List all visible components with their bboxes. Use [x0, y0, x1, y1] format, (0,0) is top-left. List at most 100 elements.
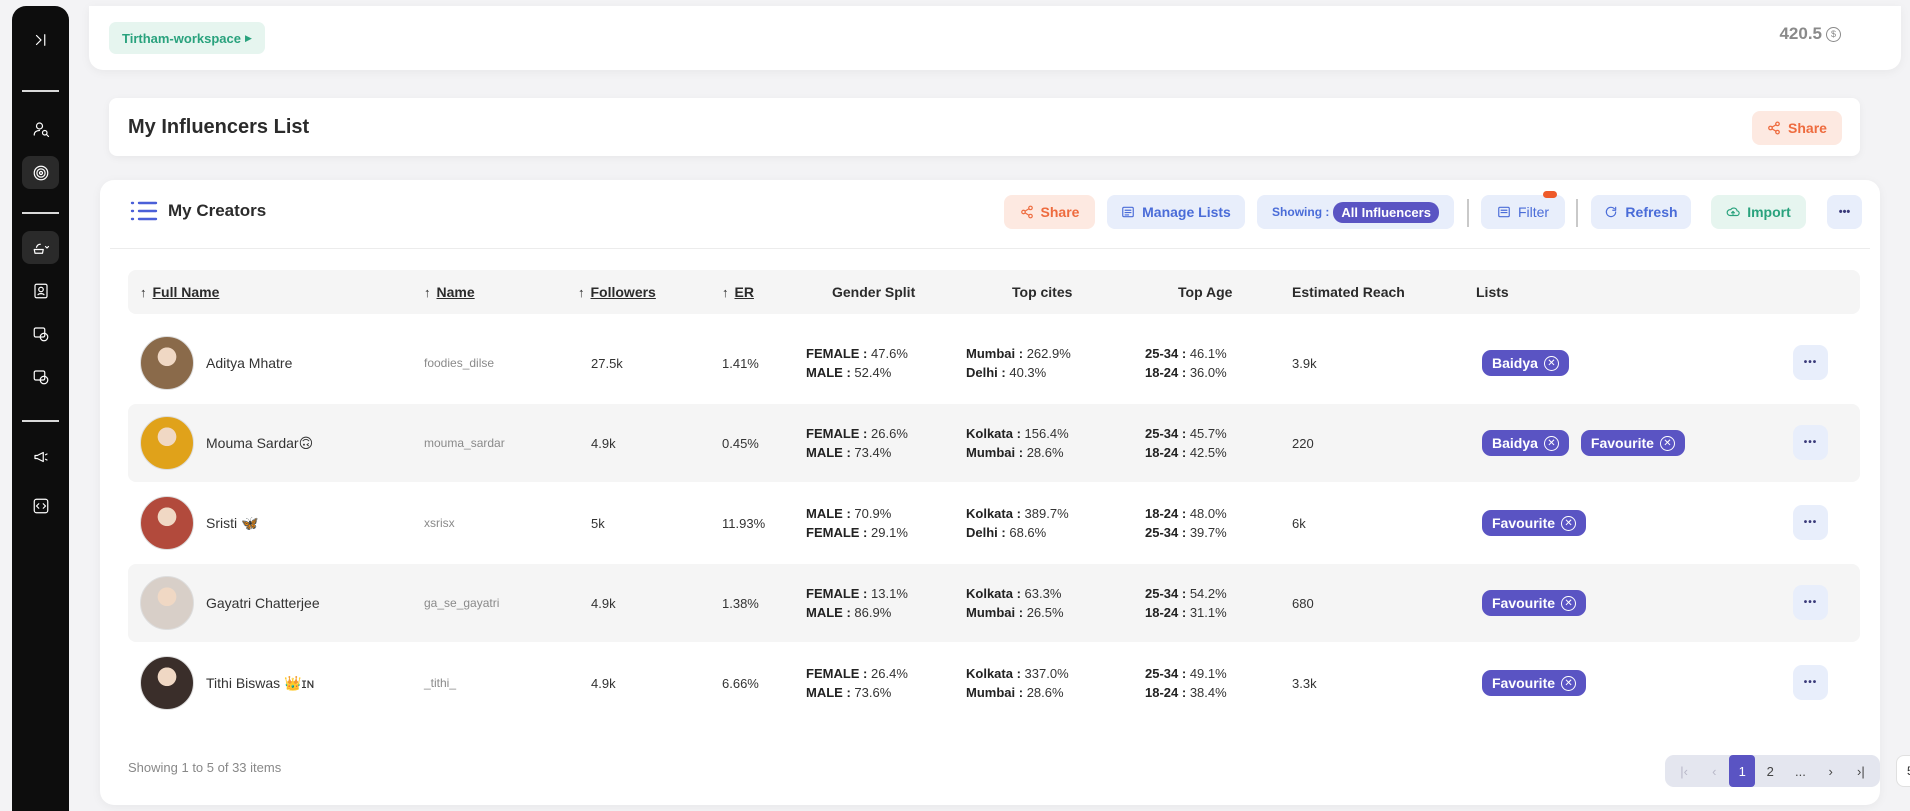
sidebar-divider [22, 420, 59, 422]
table-row[interactable]: Gayatri Chatterjee ga_se_gayatri 4.9k 1.… [128, 564, 1860, 642]
last-page-icon[interactable]: ›| [1846, 755, 1876, 787]
list-tag[interactable]: Baidya ✕ [1482, 350, 1569, 376]
header-share-button[interactable]: Share [1752, 111, 1842, 145]
city-value: 26.5% [1026, 605, 1064, 620]
workspace-selector[interactable]: Tirtham-workspace ▶ [109, 22, 265, 54]
creator-cell[interactable]: Sristi 🦋 [140, 484, 258, 562]
credits-value: 420.5 [1779, 24, 1822, 43]
remove-tag-icon[interactable]: ✕ [1561, 675, 1577, 691]
remove-tag-icon[interactable]: ✕ [1561, 515, 1577, 531]
page-1-button[interactable]: 1 [1729, 755, 1756, 787]
gender-key: FEMALE : [806, 346, 868, 361]
contact-card-icon[interactable] [22, 274, 59, 307]
lists-cell: Baidya ✕ Favourite ✕ [1482, 404, 1697, 482]
toolbar-separator [1576, 199, 1578, 227]
remove-tag-icon[interactable]: ✕ [1543, 435, 1559, 451]
showing-selector[interactable]: Showing : All Influencers [1257, 195, 1454, 229]
target-icon[interactable] [22, 156, 59, 189]
share-icon [1768, 121, 1780, 135]
followers: 4.9k [591, 435, 616, 451]
row-more-button[interactable]: ••• [1793, 585, 1828, 620]
estimated-reach: 680 [1292, 595, 1314, 611]
col-name[interactable]: ↑ Name [424, 270, 475, 314]
code-icon[interactable] [22, 489, 59, 522]
import-button[interactable]: Import [1711, 195, 1806, 229]
list-tag[interactable]: Favourite ✕ [1482, 670, 1587, 696]
table-row[interactable]: Sristi 🦋 xsrisx 5k 11.93% MALE : 70.9% F… [128, 484, 1860, 562]
header-share-label: Share [1788, 120, 1827, 136]
col-er[interactable]: ↑ ER [722, 270, 754, 314]
page-ellipsis[interactable]: ... [1785, 755, 1815, 787]
list-tag[interactable]: Baidya ✕ [1482, 430, 1569, 456]
next-page-icon[interactable]: › [1816, 755, 1846, 787]
manage-lists-button[interactable]: Manage Lists [1107, 195, 1245, 229]
remove-tag-icon[interactable]: ✕ [1561, 595, 1577, 611]
top-age: 25-34 : 45.7% 18-24 : 42.5% [1145, 404, 1227, 482]
row-more-button[interactable]: ••• [1793, 505, 1828, 540]
campaign-dropdown-icon[interactable] [22, 231, 59, 264]
gender-split: MALE : 70.9% FEMALE : 29.1% [806, 484, 908, 562]
showing-value: All Influencers [1333, 201, 1439, 223]
city-value: 262.9% [1026, 346, 1071, 361]
engagement-rate: 6.66% [722, 675, 759, 691]
age-key: 25-34 : [1145, 525, 1187, 540]
creator-cell[interactable]: Mouma Sardar🙃 [140, 404, 313, 482]
creators-title: My Creators [168, 201, 267, 220]
city-key: Kolkata : [966, 586, 1021, 601]
gender-key: FEMALE : [806, 666, 868, 681]
engagement-rate: 1.41% [722, 355, 759, 371]
expand-sidebar-icon[interactable] [22, 23, 59, 56]
gender-value: 13.1% [871, 586, 908, 601]
list-tag[interactable]: Favourite ✕ [1482, 590, 1587, 616]
engagement-rate: 11.93% [722, 515, 766, 531]
age-value: 45.7% [1189, 426, 1227, 441]
engagement-rate: 0.45% [722, 435, 759, 451]
col-followers[interactable]: ↑ Followers [578, 270, 656, 314]
top-age: 25-34 : 49.1% 18-24 : 38.4% [1145, 644, 1227, 722]
col-followers-label: Followers [590, 284, 656, 300]
prev-page-icon[interactable]: ‹ [1699, 755, 1729, 787]
import-label: Import [1747, 204, 1791, 220]
table-row[interactable]: Tithi Biswas 👑ɪɴ _tithi_ 4.9k 6.66% FEMA… [128, 644, 1860, 722]
table-row[interactable]: Mouma Sardar🙃 mouma_sardar 4.9k 0.45% FE… [128, 404, 1860, 482]
row-more-button[interactable]: ••• [1793, 665, 1828, 700]
creator-cell[interactable]: Tithi Biswas 👑ɪɴ [140, 644, 314, 722]
page-2-button[interactable]: 2 [1755, 755, 1785, 787]
refresh-button[interactable]: Refresh [1591, 195, 1691, 229]
col-name-label: Name [436, 284, 475, 300]
age-key: 25-34 : [1145, 346, 1187, 361]
gender-value: 73.4% [854, 445, 892, 460]
list-tag[interactable]: Favourite ✕ [1482, 510, 1587, 536]
remove-tag-icon[interactable]: ✕ [1543, 355, 1559, 371]
age-value: 31.1% [1189, 605, 1227, 620]
pagination: |‹ ‹ 1 2 ... › ›| [1665, 755, 1880, 787]
creator-cell[interactable]: Gayatri Chatterjee [140, 564, 320, 642]
user-search-icon[interactable] [22, 112, 59, 145]
toolbar-more-button[interactable]: ••• [1827, 195, 1862, 229]
estimated-reach: 3.9k [1292, 355, 1317, 371]
cloud-upload-icon [1726, 207, 1740, 217]
payments-icon[interactable] [22, 360, 59, 393]
creators-card: My Creators Share Manage Lists Showing :… [100, 180, 1910, 805]
top-age: 25-34 : 46.1% 18-24 : 36.0% [1145, 324, 1227, 402]
share-button[interactable]: Share [1004, 195, 1095, 229]
billing-icon[interactable] [22, 317, 59, 350]
row-more-button[interactable]: ••• [1793, 345, 1828, 380]
megaphone-icon[interactable] [22, 440, 59, 473]
full-name: Gayatri Chatterjee [206, 595, 320, 611]
gender-key: FEMALE : [806, 525, 868, 540]
list-tag[interactable]: Favourite ✕ [1580, 430, 1685, 456]
age-key: 18-24 : [1145, 506, 1187, 521]
first-page-icon[interactable]: |‹ [1669, 755, 1699, 787]
age-value: 42.5% [1189, 445, 1227, 460]
filter-button[interactable]: Filter [1481, 191, 1565, 229]
page-size-select[interactable]: 5 ⌄ [1896, 755, 1910, 787]
remove-tag-icon[interactable]: ✕ [1659, 435, 1675, 451]
row-more-button[interactable]: ••• [1793, 425, 1828, 460]
col-full-name[interactable]: ↑ Full Name [140, 270, 219, 314]
creator-cell[interactable]: Aditya Mhatre [140, 324, 292, 402]
age-value: 46.1% [1189, 346, 1227, 361]
col-gender-split: Gender Split [832, 284, 916, 300]
table-row[interactable]: Aditya Mhatre foodies_dilse 27.5k 1.41% … [128, 324, 1860, 402]
gender-key: MALE : [806, 506, 851, 521]
